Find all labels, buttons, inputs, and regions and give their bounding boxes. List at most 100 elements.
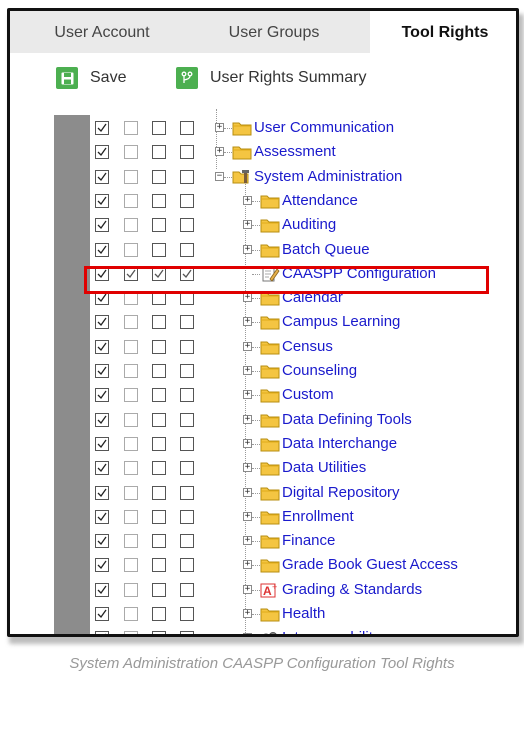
delete-checkbox[interactable] [180, 509, 194, 524]
tab-tool-rights[interactable]: Tool Rights [370, 11, 516, 55]
add-checkbox[interactable] [152, 582, 166, 597]
delete-checkbox[interactable] [180, 193, 194, 208]
save-button[interactable]: Save [56, 66, 126, 90]
write-checkbox[interactable] [124, 218, 138, 233]
delete-checkbox[interactable] [180, 242, 194, 257]
expand-toggle[interactable]: + [243, 536, 252, 546]
add-checkbox[interactable] [152, 169, 166, 184]
write-checkbox[interactable] [124, 631, 138, 634]
write-checkbox[interactable] [124, 193, 138, 208]
read-checkbox[interactable] [95, 315, 109, 330]
delete-checkbox[interactable] [180, 145, 194, 160]
add-checkbox[interactable] [152, 436, 166, 451]
write-checkbox[interactable] [124, 607, 138, 621]
write-checkbox[interactable] [124, 509, 138, 524]
expand-toggle[interactable]: + [243, 560, 252, 570]
delete-checkbox[interactable] [180, 218, 194, 233]
add-checkbox[interactable] [152, 315, 166, 330]
tree-node-label[interactable]: Health [282, 605, 325, 622]
read-checkbox[interactable] [95, 242, 109, 257]
collapse-toggle[interactable]: − [215, 171, 224, 181]
delete-checkbox[interactable] [180, 607, 194, 621]
expand-toggle[interactable]: + [243, 220, 252, 230]
read-checkbox[interactable] [95, 558, 109, 573]
read-checkbox[interactable] [95, 436, 109, 451]
read-checkbox[interactable] [95, 412, 109, 427]
write-checkbox[interactable] [124, 364, 138, 378]
expand-toggle[interactable]: + [243, 293, 252, 303]
expand-toggle[interactable]: + [243, 317, 252, 327]
delete-checkbox[interactable] [180, 339, 194, 354]
tree-node-label[interactable]: Digital Repository [282, 484, 400, 501]
read-checkbox[interactable] [95, 509, 109, 524]
delete-checkbox[interactable] [180, 436, 194, 451]
expand-toggle[interactable]: + [243, 438, 252, 448]
delete-checkbox[interactable] [180, 558, 194, 573]
add-checkbox[interactable] [152, 364, 166, 378]
delete-checkbox[interactable] [180, 364, 194, 378]
expand-toggle[interactable]: + [243, 609, 252, 618]
add-checkbox[interactable] [152, 509, 166, 524]
write-checkbox[interactable] [124, 436, 138, 451]
expand-toggle[interactable]: + [243, 244, 252, 254]
add-checkbox[interactable] [152, 558, 166, 573]
tree-node-label[interactable]: Grade Book Guest Access [282, 556, 458, 573]
add-checkbox[interactable] [152, 339, 166, 354]
read-checkbox[interactable] [95, 631, 109, 634]
add-checkbox[interactable] [152, 485, 166, 500]
read-checkbox[interactable] [95, 534, 109, 549]
write-checkbox[interactable] [124, 388, 138, 403]
tree-node-label[interactable]: Data Defining Tools [282, 411, 412, 428]
add-checkbox[interactable] [152, 461, 166, 476]
add-checkbox[interactable] [152, 145, 166, 160]
write-checkbox[interactable] [124, 169, 138, 184]
read-checkbox[interactable] [95, 388, 109, 403]
read-checkbox[interactable] [95, 582, 109, 597]
add-checkbox[interactable] [152, 242, 166, 257]
expand-toggle[interactable]: + [243, 463, 252, 473]
expand-toggle[interactable]: + [243, 584, 252, 594]
expand-toggle[interactable]: + [215, 147, 224, 157]
read-checkbox[interactable] [95, 461, 109, 476]
tree-node-label[interactable]: Assessment [254, 143, 336, 160]
tree-node-label[interactable]: Data Interchange [282, 435, 397, 452]
write-checkbox[interactable] [124, 121, 138, 135]
expand-toggle[interactable]: + [243, 633, 252, 634]
delete-checkbox[interactable] [180, 485, 194, 500]
tab-user-account[interactable]: User Account [28, 11, 176, 53]
tab-user-groups[interactable]: User Groups [206, 11, 342, 53]
tree-node-label[interactable]: Grading & Standards [282, 581, 422, 598]
expand-toggle[interactable]: + [215, 123, 224, 132]
write-checkbox[interactable] [124, 582, 138, 597]
write-checkbox[interactable] [124, 558, 138, 573]
read-checkbox[interactable] [95, 339, 109, 354]
expand-toggle[interactable]: + [243, 511, 252, 521]
read-checkbox[interactable] [95, 169, 109, 184]
delete-checkbox[interactable] [180, 121, 194, 135]
read-checkbox[interactable] [95, 121, 109, 135]
delete-checkbox[interactable] [180, 582, 194, 597]
tree-node-label[interactable]: Counseling [282, 362, 357, 379]
user-rights-summary-button[interactable]: User Rights Summary [176, 66, 366, 90]
read-checkbox[interactable] [95, 364, 109, 378]
tree-node-label[interactable]: Census [282, 338, 333, 355]
delete-checkbox[interactable] [180, 631, 194, 634]
delete-checkbox[interactable] [180, 315, 194, 330]
tree-node-label[interactable]: Finance [282, 532, 335, 549]
write-checkbox[interactable] [124, 485, 138, 500]
expand-toggle[interactable]: + [243, 390, 252, 400]
expand-toggle[interactable]: + [243, 366, 252, 375]
add-checkbox[interactable] [152, 534, 166, 549]
add-checkbox[interactable] [152, 218, 166, 233]
write-checkbox[interactable] [124, 242, 138, 257]
read-checkbox[interactable] [95, 485, 109, 500]
add-checkbox[interactable] [152, 388, 166, 403]
add-checkbox[interactable] [152, 631, 166, 634]
delete-checkbox[interactable] [180, 412, 194, 427]
delete-checkbox[interactable] [180, 388, 194, 403]
expand-toggle[interactable]: + [243, 195, 252, 205]
write-checkbox[interactable] [124, 412, 138, 427]
add-checkbox[interactable] [152, 193, 166, 208]
tree-node-label[interactable]: Enrollment [282, 508, 354, 525]
write-checkbox[interactable] [124, 315, 138, 330]
